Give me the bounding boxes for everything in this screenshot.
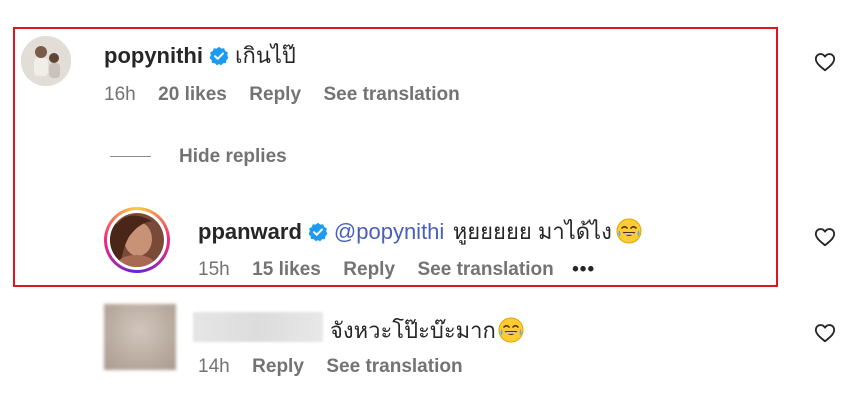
comment-text: จังหวะโป๊ะบ๊ะมาก xyxy=(330,318,496,343)
reply-meta: 15h 15 likes Reply See translation ••• xyxy=(198,259,595,281)
tears-of-joy-emoji xyxy=(498,317,524,343)
mention-link[interactable]: @popynithi xyxy=(334,219,444,244)
reply-line: ppanward @popynithi หูยยยยย มาได้ไง xyxy=(198,214,642,249)
see-translation-button[interactable]: See translation xyxy=(323,84,459,105)
comment-meta: 14h Reply See translation xyxy=(198,356,463,378)
comment-meta: 16h 20 likes Reply See translation xyxy=(104,84,460,106)
heart-icon[interactable] xyxy=(814,51,836,73)
username-redacted[interactable] xyxy=(193,312,323,342)
verified-badge-icon xyxy=(308,222,328,242)
timestamp[interactable]: 14h xyxy=(198,356,230,377)
reply-button[interactable]: Reply xyxy=(249,84,301,105)
see-translation-button[interactable]: See translation xyxy=(417,259,553,280)
comment-text: หูยยยยย มาได้ไง xyxy=(452,219,612,244)
username[interactable]: popynithi xyxy=(104,43,203,68)
comment-line: popynithi เกินไป๊ xyxy=(104,38,296,73)
tears-of-joy-emoji xyxy=(616,218,642,244)
comment-text: เกินไป๊ xyxy=(234,43,296,68)
comment-line: จังหวะโป๊ะบ๊ะมาก xyxy=(330,313,524,348)
hide-replies-button[interactable]: Hide replies xyxy=(179,146,287,168)
reply-button[interactable]: Reply xyxy=(343,259,395,280)
reply-button[interactable]: Reply xyxy=(252,356,304,377)
avatar-story-ring[interactable] xyxy=(104,207,170,273)
more-options-icon[interactable]: ••• xyxy=(572,259,595,280)
see-translation-button[interactable]: See translation xyxy=(326,356,462,377)
divider xyxy=(110,156,151,157)
likes-count[interactable]: 20 likes xyxy=(158,84,227,105)
heart-icon[interactable] xyxy=(814,226,836,248)
avatar[interactable] xyxy=(104,304,176,370)
heart-icon[interactable] xyxy=(814,322,836,344)
likes-count[interactable]: 15 likes xyxy=(252,259,321,280)
timestamp[interactable]: 15h xyxy=(198,259,230,280)
verified-badge-icon xyxy=(209,46,229,66)
timestamp[interactable]: 16h xyxy=(104,84,136,105)
username[interactable]: ppanward xyxy=(198,219,302,244)
avatar[interactable] xyxy=(21,36,71,86)
avatar xyxy=(110,213,164,267)
